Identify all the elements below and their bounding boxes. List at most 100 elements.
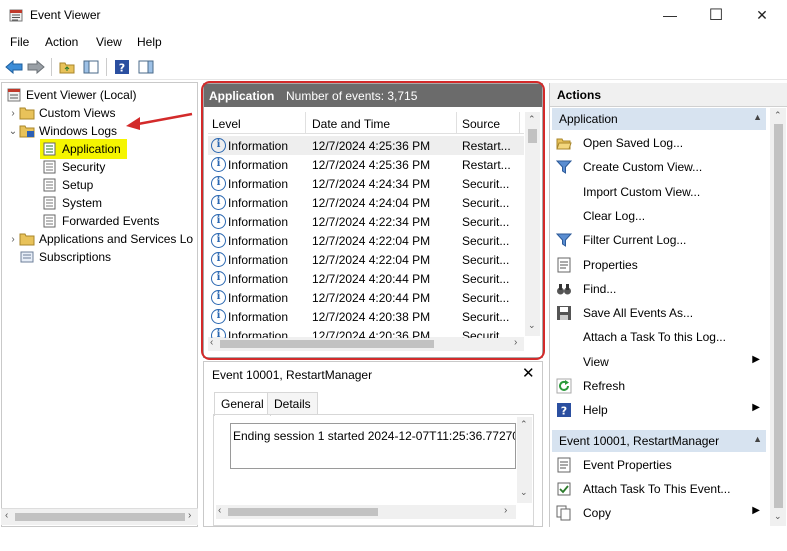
event-row[interactable]: i Information 12/7/2024 4:20:36 PM Securit.… — [208, 326, 524, 338]
event-description-box[interactable]: Ending session 1 started 2024-12-07T11:2… — [230, 423, 516, 469]
tree-item-forwarded-events[interactable]: Forwarded Events — [42, 212, 159, 230]
tree-item-event-viewer-local[interactable]: Event Viewer (Local) — [6, 86, 137, 104]
column-divider[interactable] — [456, 112, 457, 134]
forward-button[interactable] — [26, 57, 46, 77]
action-event-properties[interactable]: Event Properties — [552, 454, 766, 476]
help-icon: ? — [115, 60, 129, 75]
event-row[interactable]: i Information 12/7/2024 4:20:44 PM Securit.… — [208, 269, 524, 288]
event-count: Number of events: 3,715 — [286, 89, 418, 103]
information-icon: i — [211, 252, 226, 267]
action-attach-task-to-this-event[interactable]: Attach Task To This Event... — [552, 478, 766, 500]
action-label: Clear Log... — [583, 208, 646, 223]
scroll-up-icon[interactable]: ⌃ — [528, 114, 536, 125]
collapse-up-icon[interactable]: ▲ — [753, 434, 762, 444]
menu-action[interactable]: Action — [45, 35, 78, 49]
chevron-right-icon[interactable]: › — [7, 108, 19, 119]
event-datetime: 12/7/2024 4:20:44 PM — [312, 272, 431, 286]
scroll-right-icon[interactable]: › — [188, 510, 191, 521]
scrollbar-thumb[interactable] — [774, 124, 783, 508]
tree-item-application[interactable]: Application — [40, 139, 127, 159]
tab-details[interactable]: Details — [267, 392, 318, 415]
collapse-up-icon[interactable]: ▲ — [753, 112, 762, 122]
event-row[interactable]: i Information 12/7/2024 4:22:04 PM Securit.… — [208, 231, 524, 250]
event-row[interactable]: i Information 12/7/2024 4:25:36 PM Restart.… — [208, 136, 524, 155]
action-clear-log[interactable]: Clear Log... — [552, 205, 766, 227]
action-open-saved-log[interactable]: Open Saved Log... — [552, 132, 766, 154]
action-find[interactable]: Find... — [552, 278, 766, 300]
action-label: Properties — [583, 257, 638, 272]
event-row[interactable]: i Information 12/7/2024 4:20:38 PM Securit.… — [208, 307, 524, 326]
tab-general[interactable]: General — [214, 392, 271, 416]
event-row[interactable]: i Information 12/7/2024 4:22:34 PM Securit.… — [208, 212, 524, 231]
tree-item-subscriptions[interactable]: Subscriptions — [19, 248, 111, 266]
tree-item-windows-logs[interactable]: ⌄ Windows Logs — [7, 122, 117, 140]
scroll-down-icon[interactable]: ⌄ — [774, 511, 782, 522]
action-attach-a-task-to-this-log[interactable]: Attach a Task To this Log... — [552, 326, 766, 348]
actions-section-application[interactable]: Application ▲ — [552, 108, 766, 130]
minimize-button[interactable]: — — [647, 0, 693, 30]
action-help[interactable]: ? Help ▶ — [552, 399, 766, 421]
column-header-source[interactable]: Source — [462, 117, 500, 131]
chevron-down-icon[interactable]: ⌄ — [7, 126, 19, 137]
detail-vertical-scrollbar[interactable]: ⌃ ⌄ — [517, 417, 532, 503]
column-divider[interactable] — [519, 112, 520, 134]
event-row[interactable]: i Information 12/7/2024 4:24:04 PM Securit.… — [208, 193, 524, 212]
column-divider[interactable] — [305, 112, 306, 134]
event-row[interactable]: i Information 12/7/2024 4:22:04 PM Securit.… — [208, 250, 524, 269]
events-horizontal-scrollbar[interactable]: ‹ › — [208, 337, 524, 351]
actions-vertical-scrollbar[interactable]: ⌃ ⌄ — [770, 108, 786, 526]
back-button[interactable] — [4, 57, 24, 77]
action-create-custom-view[interactable]: Create Custom View... — [552, 156, 766, 178]
action-view[interactable]: View ▶ — [552, 351, 766, 373]
action-properties[interactable]: Properties — [552, 254, 766, 276]
up-folder-button[interactable] — [57, 57, 77, 77]
action-refresh[interactable]: Refresh — [552, 375, 766, 397]
toolbar-separator — [106, 58, 107, 76]
tree-item-security[interactable]: Security — [42, 158, 105, 176]
scroll-up-icon[interactable]: ⌃ — [520, 419, 528, 430]
scroll-left-icon[interactable]: ‹ — [5, 510, 8, 521]
scrollbar-thumb[interactable] — [528, 129, 537, 143]
tree-item-applications-and-services[interactable]: › Applications and Services Lo — [7, 230, 193, 248]
tree-item-custom-views[interactable]: › Custom Views — [7, 104, 115, 122]
action-filter-current-log[interactable]: Filter Current Log... — [552, 229, 766, 251]
menu-help[interactable]: Help — [137, 35, 162, 49]
action-copy[interactable]: Copy ▶ — [552, 502, 766, 524]
event-row[interactable]: i Information 12/7/2024 4:20:44 PM Securit.… — [208, 288, 524, 307]
column-header-date-time[interactable]: Date and Time — [312, 117, 390, 131]
scroll-right-icon[interactable]: › — [514, 337, 517, 348]
show-action-pane-button[interactable] — [136, 57, 156, 77]
action-import-custom-view[interactable]: Import Custom View... — [552, 181, 766, 203]
scroll-left-icon[interactable]: ‹ — [210, 337, 213, 348]
detail-horizontal-scrollbar[interactable]: ‹ › — [216, 505, 516, 519]
menu-view[interactable]: View — [96, 35, 122, 49]
event-row[interactable]: i Information 12/7/2024 4:24:34 PM Securit.… — [208, 174, 524, 193]
menu-file[interactable]: File — [10, 35, 29, 49]
scroll-left-icon[interactable]: ‹ — [218, 505, 221, 516]
event-row[interactable]: i Information 12/7/2024 4:25:36 PM Restart.… — [208, 155, 524, 174]
tree-item-label: System — [62, 196, 103, 210]
scroll-down-icon[interactable]: ⌄ — [520, 487, 528, 498]
scroll-up-icon[interactable]: ⌃ — [774, 110, 782, 121]
scrollbar-thumb[interactable] — [228, 508, 378, 516]
scroll-right-icon[interactable]: › — [504, 505, 507, 516]
action-save-all-events-as[interactable]: Save All Events As... — [552, 302, 766, 324]
event-datetime: 12/7/2024 4:22:04 PM — [312, 234, 431, 248]
actions-section-event[interactable]: Event 10001, RestartManager ▲ — [552, 430, 766, 452]
maximize-button[interactable]: ☐ — [693, 0, 739, 30]
scroll-down-icon[interactable]: ⌄ — [528, 320, 536, 331]
events-vertical-scrollbar[interactable]: ⌃ ⌄ — [525, 112, 540, 336]
close-detail-icon[interactable]: ✕ — [522, 364, 535, 382]
action-label: Find... — [583, 281, 617, 296]
show-hide-tree-button[interactable] — [81, 57, 101, 77]
binoculars-icon — [557, 283, 571, 295]
tree-item-setup[interactable]: Setup — [42, 176, 93, 194]
tree-horizontal-scrollbar[interactable]: ‹ › — [1, 508, 198, 525]
column-header-level[interactable]: Level — [212, 117, 241, 131]
chevron-right-icon[interactable]: › — [7, 234, 19, 245]
help-toolbar-button[interactable]: ? — [112, 57, 132, 77]
scrollbar-thumb[interactable] — [15, 513, 185, 521]
tree-item-system[interactable]: System — [42, 194, 102, 212]
scrollbar-thumb[interactable] — [220, 340, 434, 348]
close-button[interactable]: ✕ — [739, 0, 785, 30]
